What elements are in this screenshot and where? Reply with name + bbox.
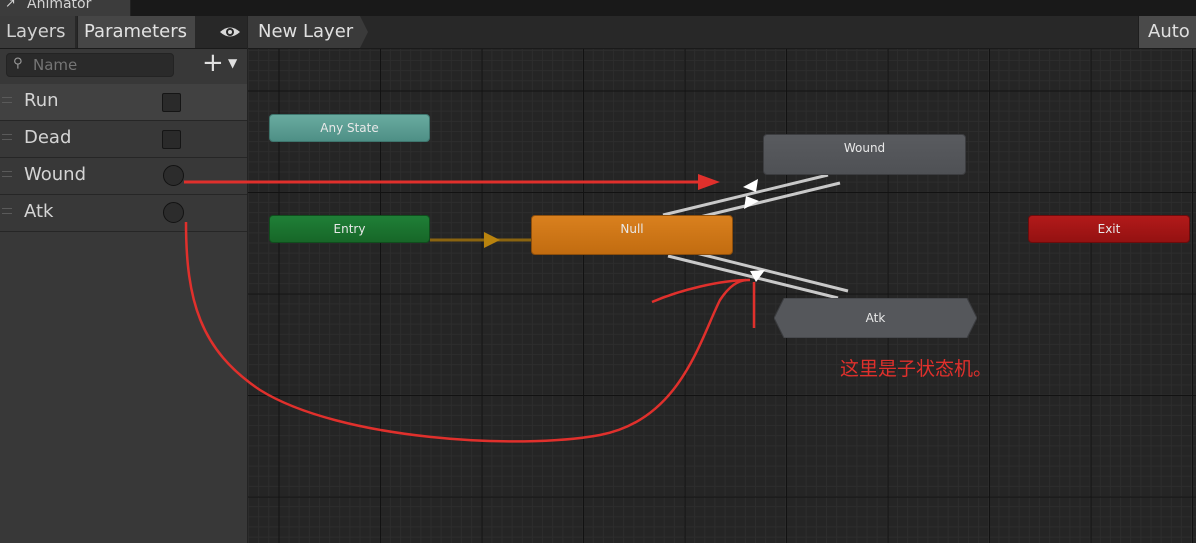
node-label: Exit — [1097, 222, 1121, 236]
drag-handle-icon[interactable] — [2, 97, 12, 103]
window-title: Animator — [27, 0, 92, 12]
transition-null-atk — [667, 254, 839, 300]
state-exit[interactable]: Exit — [1028, 215, 1190, 243]
parameter-search-row: ⚲ + ▼ — [0, 48, 247, 83]
node-label: Any State — [320, 121, 379, 135]
animator-window-tab[interactable]: ↗ Animator — [0, 0, 131, 16]
parameter-name: Atk — [24, 201, 54, 222]
window-titlebar: ↗ Animator — [0, 0, 1196, 16]
drag-handle-icon[interactable] — [2, 171, 12, 177]
trigger-radio[interactable] — [163, 202, 184, 223]
parameters-panel: Layers Parameters ⚲ + ▼ Run Dead Wound — [0, 16, 248, 543]
node-label: Entry — [333, 222, 366, 236]
add-parameter-button[interactable]: + ▼ — [200, 48, 244, 78]
node-label: Wound — [843, 141, 886, 155]
annotation-text: 这里是子状态机。 — [840, 358, 993, 380]
animator-icon: ↗ — [5, 0, 16, 11]
state-entry[interactable]: Entry — [269, 215, 430, 243]
panel-tabs: Layers Parameters — [0, 16, 247, 49]
tab-parameters[interactable]: Parameters — [77, 16, 195, 48]
search-input[interactable] — [33, 56, 163, 74]
parameter-name: Dead — [24, 127, 72, 148]
parameter-search-box: ⚲ — [6, 53, 174, 77]
state-any-state[interactable]: Any State — [269, 114, 430, 142]
bool-checkbox[interactable] — [162, 130, 181, 149]
drag-handle-icon[interactable] — [2, 208, 12, 214]
search-icon: ⚲ — [13, 56, 23, 71]
parameter-name: Run — [24, 90, 59, 111]
bool-checkbox[interactable] — [162, 93, 181, 112]
transitions — [430, 173, 849, 300]
tab-layers[interactable]: Layers — [0, 16, 75, 48]
state-wound[interactable]: Wound — [763, 134, 966, 175]
breadcrumb[interactable]: New Layer — [248, 16, 368, 48]
breadcrumb-label: New Layer — [258, 21, 354, 42]
trigger-radio[interactable] — [163, 165, 184, 186]
drag-handle-icon[interactable] — [2, 134, 12, 140]
dropdown-arrow-icon: ▼ — [228, 56, 238, 70]
auto-button-label: Auto L — [1148, 21, 1196, 42]
sub-state-machine-atk[interactable]: Atk — [774, 298, 977, 338]
arrow-icon — [743, 179, 758, 192]
arrow-icon — [484, 232, 500, 248]
auto-live-link-button[interactable]: Auto L — [1138, 16, 1196, 48]
graph-toolbar: New Layer Auto L — [248, 16, 1196, 49]
state-machine-graph[interactable]: Any State Entry Null Wound Atk Exit New … — [248, 16, 1196, 543]
node-label: Atk — [865, 311, 886, 325]
eye-icon[interactable] — [218, 22, 242, 42]
state-null[interactable]: Null — [531, 215, 733, 255]
parameter-row-dead[interactable]: Dead — [0, 121, 247, 158]
parameter-name: Wound — [24, 164, 86, 185]
plus-icon: + — [202, 48, 224, 78]
transition-atk-null — [679, 247, 849, 293]
parameter-row-atk[interactable]: Atk — [0, 195, 247, 232]
parameter-row-wound[interactable]: Wound — [0, 158, 247, 195]
node-label: Null — [620, 222, 644, 236]
transition-null-wound — [662, 173, 829, 217]
parameter-row-run[interactable]: Run — [0, 84, 247, 121]
